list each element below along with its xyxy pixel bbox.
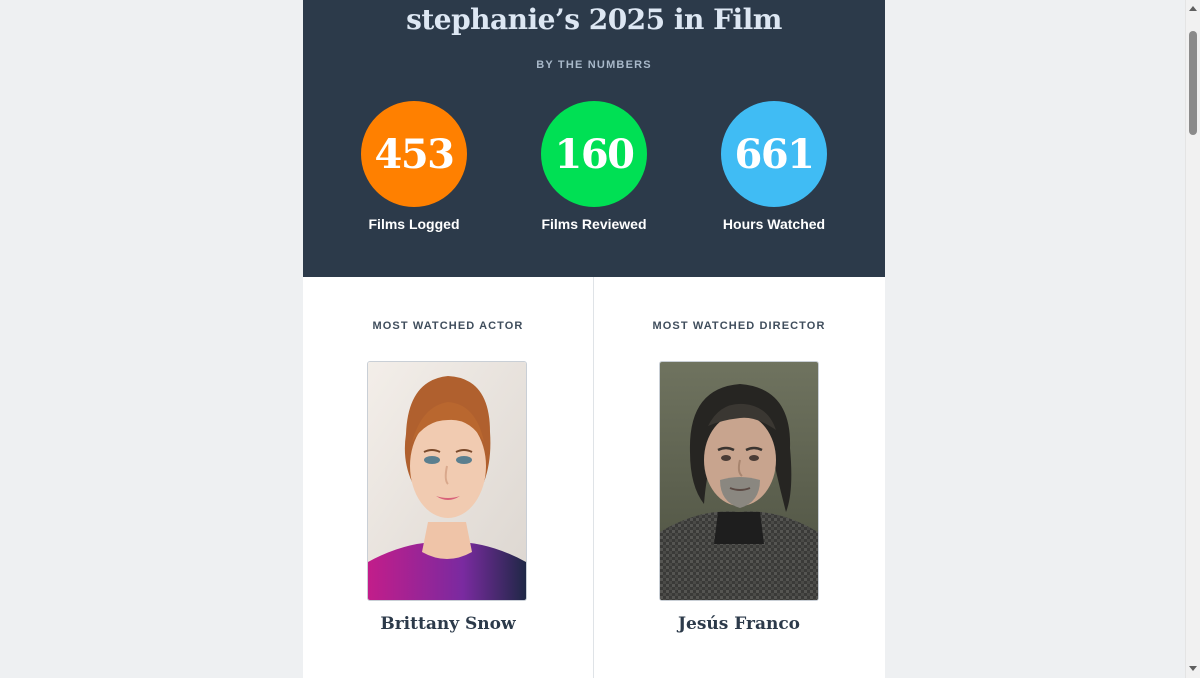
year-in-review-page: stephanie’s 2025 in Film BY THE NUMBERS … bbox=[303, 0, 885, 678]
most-watched-actor-heading: MOST WATCHED ACTOR bbox=[372, 320, 524, 332]
scroll-up-arrow-icon[interactable] bbox=[1189, 6, 1197, 11]
scroll-thumb[interactable] bbox=[1189, 31, 1197, 135]
stat-hours-watched[interactable]: 661 Hours Watched bbox=[684, 101, 864, 232]
most-watched-director-card: MOST WATCHED DIRECTOR Jesús Franco bbox=[593, 277, 884, 678]
stat-label: Films Logged bbox=[368, 216, 460, 232]
section-subtitle: BY THE NUMBERS bbox=[536, 59, 652, 71]
director-portrait[interactable] bbox=[659, 361, 819, 601]
stat-films-logged[interactable]: 453 Films Logged bbox=[324, 101, 504, 232]
stat-circle: 160 bbox=[541, 101, 647, 207]
scroll-down-arrow-icon[interactable] bbox=[1189, 666, 1197, 671]
actor-portrait[interactable] bbox=[367, 361, 527, 601]
stats-header: stephanie’s 2025 in Film BY THE NUMBERS … bbox=[303, 0, 885, 277]
stat-label: Films Reviewed bbox=[541, 216, 647, 232]
page-title: stephanie’s 2025 in Film bbox=[406, 3, 782, 36]
most-watched-actor-card: MOST WATCHED ACTOR Brittany Snow bbox=[303, 277, 593, 678]
stat-films-reviewed[interactable]: 160 Films Reviewed bbox=[504, 101, 684, 232]
director-name[interactable]: Jesús Franco bbox=[594, 614, 884, 634]
stat-label: Hours Watched bbox=[722, 216, 826, 232]
vertical-scrollbar[interactable] bbox=[1185, 0, 1200, 678]
stat-circle: 661 bbox=[721, 101, 827, 207]
stat-circle: 453 bbox=[361, 101, 467, 207]
most-watched-director-heading: MOST WATCHED DIRECTOR bbox=[652, 320, 826, 332]
actor-name[interactable]: Brittany Snow bbox=[303, 614, 593, 634]
